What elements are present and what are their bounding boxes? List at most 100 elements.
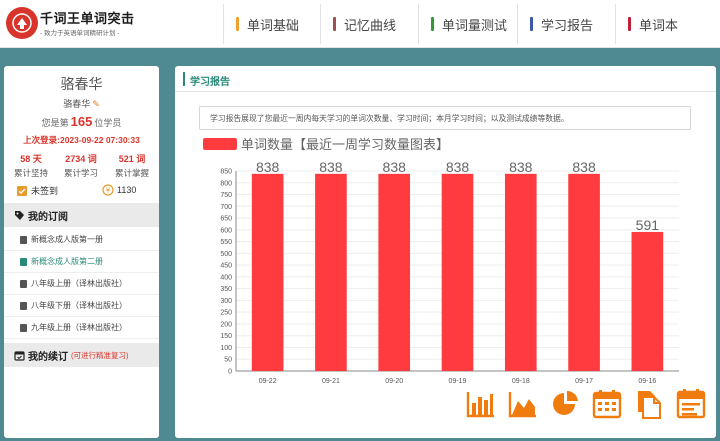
subscription-label: 八年级下册（译林出版社） — [31, 301, 127, 310]
stat-label: 累计掌握 — [114, 168, 149, 178]
stat-learned: 2734 词 累计学习 — [56, 152, 106, 179]
stat-value: 2734 词 — [65, 154, 97, 164]
subscription-label: 八年级上册（译林出版社） — [31, 279, 127, 288]
y-tick-label: 850 — [220, 169, 232, 176]
report-panel: 学习报告 学习报告展现了您最近一周内每天学习的单词次数量、学习时间；本月学习时间… — [175, 66, 716, 438]
last-login: 上次登录:2023-09-22 07:30:33 — [23, 135, 140, 145]
copy-icon[interactable] — [633, 388, 665, 420]
stat-label: 累计学习 — [63, 168, 98, 178]
bar-value-label: 838 — [383, 159, 407, 175]
nav-divider — [418, 4, 419, 44]
nav-vocab-test[interactable]: 单词量测试 — [431, 14, 507, 34]
nav-study-report[interactable]: 学习报告 — [530, 14, 593, 34]
app-subtitle: - 致力于英语单词精研计划 - — [40, 30, 120, 37]
logo-icon — [12, 13, 32, 33]
bar-value-label: 838 — [256, 159, 280, 175]
subscription-item[interactable]: 新概念成人版第一册 — [4, 229, 159, 251]
nav-marker — [628, 17, 631, 31]
nav-label: 学习报告 — [541, 17, 594, 33]
chart-bars: 838 09-22 838 09-21 838 09-20 838 09-19 838 09-18… — [251, 159, 664, 385]
y-tick-label: 0 — [228, 369, 232, 376]
bar-value-label: 838 — [572, 159, 596, 175]
stat-days: 58 天 累计坚持 — [6, 152, 56, 179]
bar[interactable] — [251, 173, 284, 371]
y-tick-label: 450 — [220, 263, 232, 270]
y-tick-label: 100 — [220, 345, 232, 352]
legend-label: 单词数量【最近一周学习数量图表】 — [241, 137, 449, 152]
subscription-item-active[interactable]: 新概念成人版第二册 — [4, 251, 159, 273]
report-title: 学习报告 — [190, 77, 230, 88]
user-rank: 您是第 165 位学员 — [4, 114, 159, 129]
app-title: 千词王单词突击 — [40, 11, 135, 26]
y-tick-label: 350 — [220, 286, 232, 293]
rank-prefix: 您是第 — [41, 118, 69, 128]
book-icon — [20, 323, 27, 332]
subscription-item[interactable]: 八年级下册（译林出版社） — [4, 295, 159, 317]
area-chart-icon[interactable] — [507, 388, 539, 420]
checkin-icon — [17, 185, 27, 196]
user-panel: 骆春华 骆春华 ✎ 您是第 165 位学员 上次登录:2023-09-22 07:30… — [4, 66, 159, 438]
calendar-check-icon — [14, 350, 25, 361]
user-nickname: 骆春华 — [63, 99, 91, 109]
y-tick-label: 150 — [220, 333, 232, 340]
x-tick-label: 09-18 — [512, 378, 530, 385]
y-tick-label: 500 — [220, 251, 232, 258]
legend-text: 单词数量 — [241, 137, 293, 152]
nav-label: 单词本 — [639, 17, 679, 33]
subscription-title: 我的订阅 — [28, 211, 68, 223]
y-tick-label: 50 — [224, 357, 232, 364]
subscription-item[interactable]: 八年级上册（译林出版社） — [4, 273, 159, 295]
bar[interactable] — [504, 173, 537, 371]
bar-value-label: 838 — [509, 159, 533, 175]
sign-status: 未签到 — [31, 186, 59, 196]
y-tick-label: 700 — [220, 204, 232, 211]
top-navbar: 千词王单词突击 - 致力于英语单词精研计划 - 单词基础 记忆曲线 单词量测试 … — [0, 0, 720, 48]
y-tick-label: 800 — [220, 180, 232, 187]
x-tick-label: 09-17 — [575, 378, 593, 385]
calendar-icon[interactable] — [591, 388, 623, 420]
renew-title: 我的续订 — [28, 351, 68, 363]
nav-marker — [530, 17, 533, 31]
legend-swatch[interactable] — [203, 138, 237, 150]
y-tick-label: 250 — [220, 310, 232, 317]
bar[interactable] — [441, 173, 474, 371]
y-tick-label: 200 — [220, 321, 232, 328]
book-icon — [20, 279, 27, 288]
bar-value-label: 838 — [446, 159, 470, 175]
x-tick-label: 09-16 — [638, 378, 656, 385]
subscription-header[interactable]: 我的订阅 — [4, 203, 159, 227]
bar-chart-icon[interactable] — [465, 388, 497, 420]
logo[interactable] — [6, 7, 38, 39]
x-tick-label: 09-20 — [385, 378, 403, 385]
bar[interactable] — [378, 173, 411, 371]
nav-divider — [517, 4, 518, 44]
table-icon[interactable] — [675, 388, 707, 420]
y-tick-label: 650 — [220, 216, 232, 223]
nav-label: 单词基础 — [247, 17, 300, 33]
renew-header[interactable]: 我的续订 (可进行精准复习) — [4, 343, 159, 367]
bar[interactable] — [568, 173, 600, 371]
edit-icon[interactable]: ✎ — [92, 99, 100, 109]
y-tick-label: 750 — [220, 192, 232, 199]
x-tick-label: 09-19 — [449, 378, 467, 385]
coin-icon: ¥ — [102, 184, 114, 196]
report-title-bar: 学习报告 — [175, 66, 716, 92]
sign-in-button[interactable]: 未签到 — [16, 184, 58, 197]
nav-memory-curve[interactable]: 记忆曲线 — [333, 14, 396, 34]
bar[interactable] — [631, 231, 664, 371]
subscription-item[interactable]: 九年级上册（译林出版社） — [4, 317, 159, 339]
nav-word-basics[interactable]: 单词基础 — [236, 14, 299, 34]
nav-label: 单词量测试 — [442, 17, 508, 33]
nav-marker — [333, 17, 336, 31]
renew-note: (可进行精准复习) — [71, 350, 129, 360]
nav-divider — [320, 4, 321, 44]
nav-divider — [615, 4, 616, 44]
nav-label: 记忆曲线 — [344, 17, 397, 33]
bar-value-label: 591 — [636, 217, 660, 233]
bar[interactable] — [315, 173, 347, 371]
nav-wordbook[interactable]: 单词本 — [628, 14, 678, 34]
book-icon — [20, 235, 27, 244]
x-tick-label: 09-21 — [322, 378, 340, 385]
pie-chart-icon[interactable] — [549, 388, 581, 420]
y-tick-label: 300 — [220, 298, 232, 305]
